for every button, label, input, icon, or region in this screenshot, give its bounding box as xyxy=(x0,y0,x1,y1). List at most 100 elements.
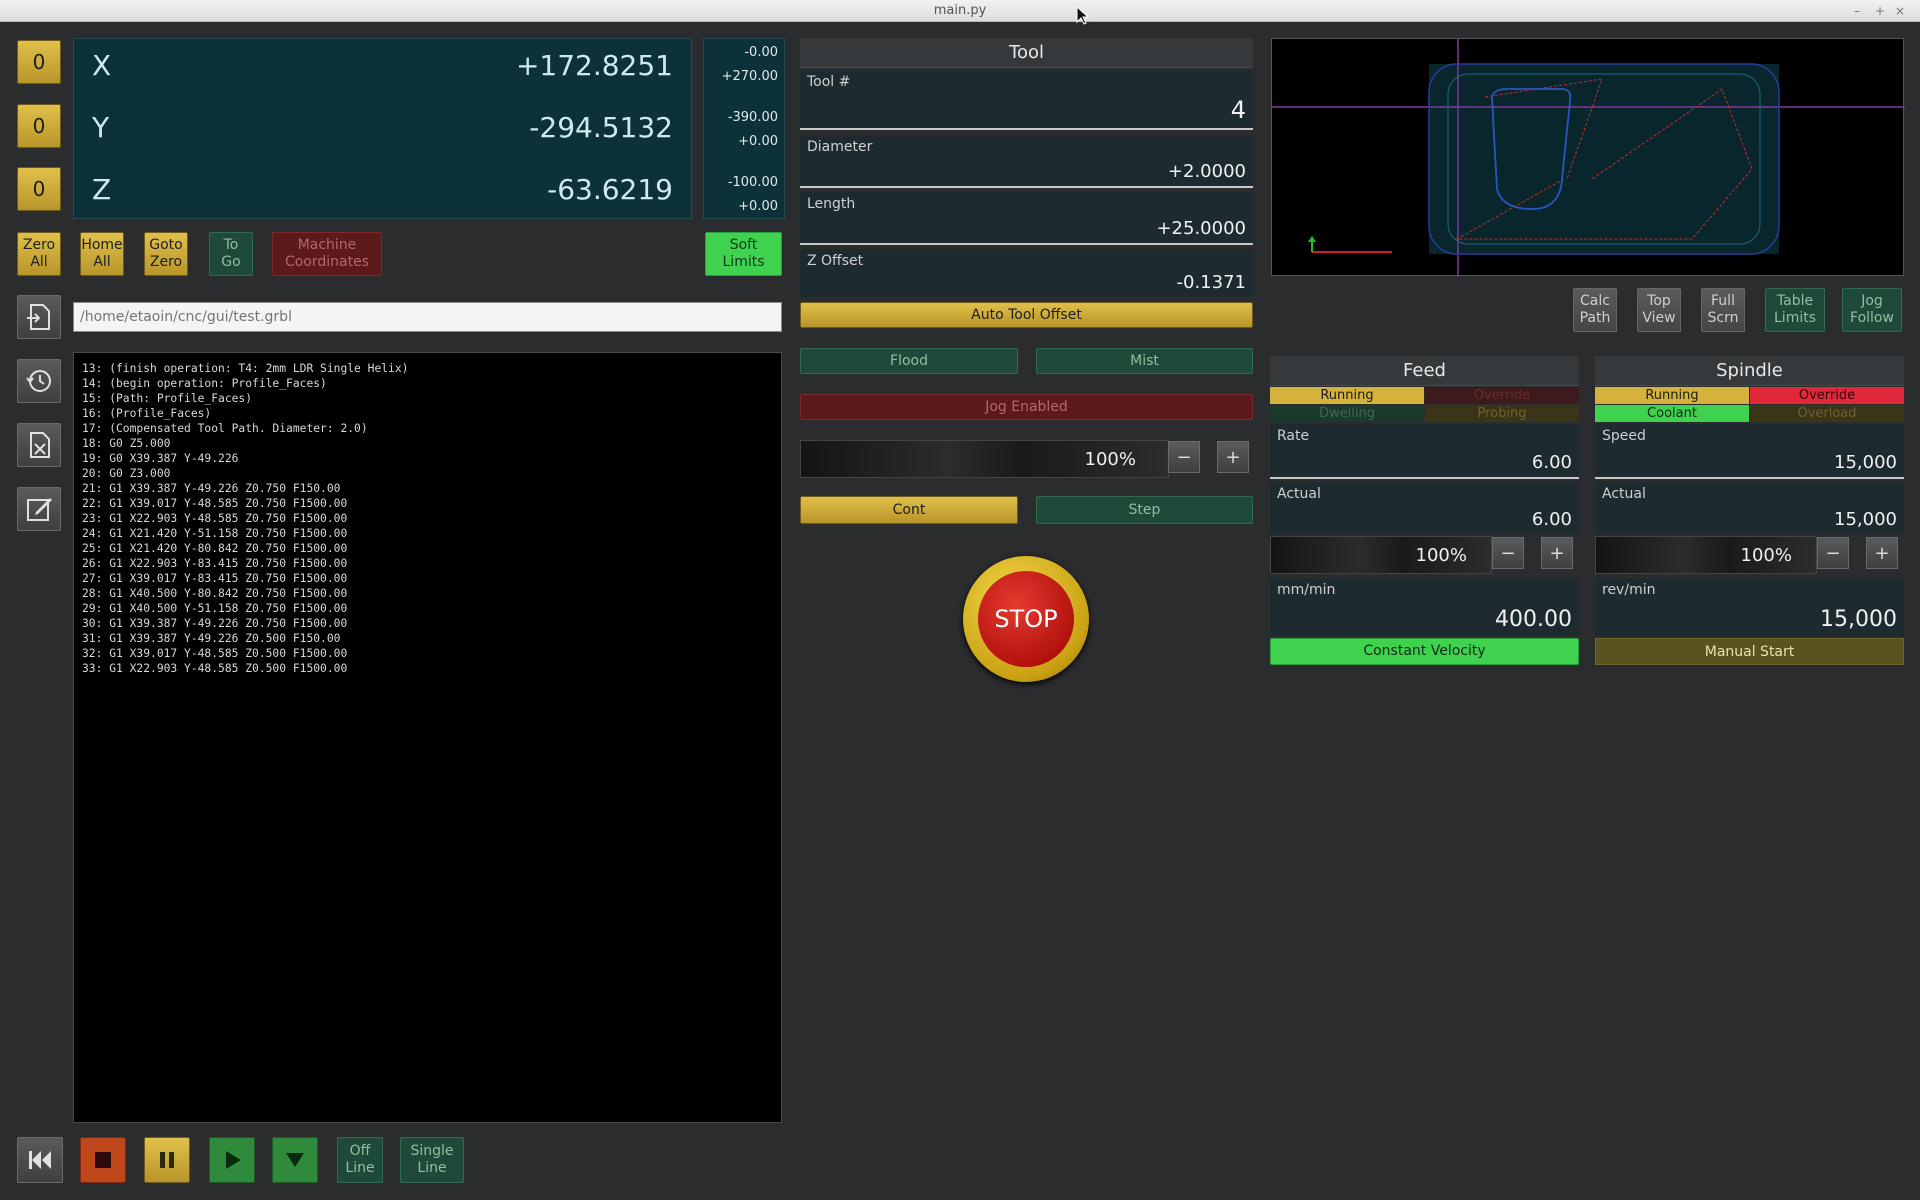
close-icon[interactable]: × xyxy=(1895,0,1905,22)
plus-icon: + xyxy=(1549,542,1565,564)
gcode-listing[interactable]: 13: (finish operation: T4: 2mm LDR Singl… xyxy=(73,352,782,1123)
jog-continuous-button[interactable]: Cont xyxy=(800,496,1018,524)
open-file-button[interactable] xyxy=(17,295,61,339)
window-titlebar: main.py – + × xyxy=(0,0,1920,22)
spindle-override-percent: 100% xyxy=(1740,545,1792,566)
edit-file-button[interactable] xyxy=(17,487,61,531)
feed-unit-field: mm/min 400.00 xyxy=(1270,578,1579,636)
constant-velocity-button[interactable]: Constant Velocity xyxy=(1270,638,1579,665)
feed-dwelling-indicator: Dwelling xyxy=(1270,405,1424,422)
feed-decrease-button[interactable]: − xyxy=(1492,537,1524,569)
spindle-unit-field: rev/min 15,000 xyxy=(1595,578,1904,636)
gcode-line[interactable]: 24: G1 X21.420 Y-51.158 Z0.750 F1500.00 xyxy=(82,526,773,541)
gcode-line[interactable]: 33: G1 X22.903 Y-48.585 Z0.500 F1500.00 xyxy=(82,661,773,676)
top-view-button[interactable]: Top View xyxy=(1637,288,1681,332)
field-label: rev/min xyxy=(1602,582,1656,598)
gcode-line[interactable]: 28: G1 X40.500 Y-80.842 Z0.750 F1500.00 xyxy=(82,586,773,601)
table-limits-button[interactable]: Table Limits xyxy=(1765,288,1825,332)
jog-step-button[interactable]: Step xyxy=(1036,496,1253,524)
machine-coordinates-button[interactable]: Machine Coordinates xyxy=(272,232,382,276)
zero-all-button[interactable]: Zero All xyxy=(17,232,61,276)
play-button[interactable] xyxy=(209,1137,255,1183)
minimize-icon[interactable]: – xyxy=(1854,0,1860,22)
stop-button[interactable]: STOP xyxy=(963,556,1089,682)
backplot-view[interactable] xyxy=(1271,38,1905,277)
gcode-line[interactable]: 20: G0 Z3.000 xyxy=(82,466,773,481)
feed-actual-field: Actual 6.00 xyxy=(1270,482,1579,534)
feed-override-slider[interactable]: 100% xyxy=(1270,536,1492,574)
full-screen-button[interactable]: Full Scrn xyxy=(1701,288,1745,332)
gcode-line[interactable]: 29: G1 X40.500 Y-51.158 Z0.750 F1500.00 xyxy=(82,601,773,616)
gcode-line[interactable]: 26: G1 X22.903 Y-83.415 Z0.750 F1500.00 xyxy=(82,556,773,571)
gcode-line[interactable]: 21: G1 X39.387 Y-49.226 Z0.750 F150.00 xyxy=(82,481,773,496)
feed-override-percent: 100% xyxy=(1415,545,1467,566)
spindle-override-slider[interactable]: 100% xyxy=(1595,536,1817,574)
soft-limits-button[interactable]: Soft Limits xyxy=(705,232,782,276)
gcode-line[interactable]: 17: (Compensated Tool Path. Diameter: 2.… xyxy=(82,421,773,436)
spindle-panel-title: Spindle xyxy=(1595,356,1904,386)
flood-button[interactable]: Flood xyxy=(800,348,1018,374)
gcode-line[interactable]: 18: G0 Z5.000 xyxy=(82,436,773,451)
feed-unit-value: 400.00 xyxy=(1495,607,1572,632)
gcode-line[interactable]: 25: G1 X21.420 Y-80.842 Z0.750 F1500.00 xyxy=(82,541,773,556)
close-file-button[interactable] xyxy=(17,423,61,467)
jog-follow-button[interactable]: Jog Follow xyxy=(1842,288,1902,332)
zero-x-button[interactable]: 0 xyxy=(17,40,61,84)
gcode-line[interactable]: 32: G1 X39.017 Y-48.585 Z0.500 F1500.00 xyxy=(82,646,773,661)
soft-limits-panel: -0.00 +270.00 -390.00 +0.00 -100.00 +0.0… xyxy=(703,38,785,219)
rewind-button[interactable] xyxy=(17,1137,63,1183)
gcode-line[interactable]: 30: G1 X39.387 Y-49.226 Z0.750 F1500.00 xyxy=(82,616,773,631)
spindle-actual-field: Actual 15,000 xyxy=(1595,482,1904,534)
off-line-button[interactable]: Off Line xyxy=(337,1137,383,1183)
single-line-button[interactable]: Single Line xyxy=(400,1137,464,1183)
gcode-line[interactable]: 13: (finish operation: T4: 2mm LDR Singl… xyxy=(82,361,773,376)
step-line-button[interactable] xyxy=(272,1137,318,1183)
gcode-line[interactable]: 14: (begin operation: Profile_Faces) xyxy=(82,376,773,391)
spindle-override-indicator: Override xyxy=(1750,387,1904,404)
feed-actual-value: 6.00 xyxy=(1531,509,1572,530)
gcode-line[interactable]: 31: G1 X39.387 Y-49.226 Z0.500 F150.00 xyxy=(82,631,773,646)
feed-panel-title: Feed xyxy=(1270,356,1579,386)
gcode-line[interactable]: 27: G1 X39.017 Y-83.415 Z0.750 F1500.00 xyxy=(82,571,773,586)
jog-speed-increase-button[interactable]: + xyxy=(1217,441,1249,473)
file-path-input[interactable] xyxy=(73,302,782,332)
feed-rate-field: Rate 6.00 xyxy=(1270,424,1579,479)
manual-start-button[interactable]: Manual Start xyxy=(1595,638,1904,665)
field-label: Actual xyxy=(1602,486,1646,502)
pause-icon xyxy=(160,1152,174,1168)
gcode-line[interactable]: 15: (Path: Profile_Faces) xyxy=(82,391,773,406)
pause-button[interactable] xyxy=(144,1137,190,1183)
spindle-decrease-button[interactable]: − xyxy=(1817,537,1849,569)
auto-tool-offset-button[interactable]: Auto Tool Offset xyxy=(800,302,1253,328)
gcode-line[interactable]: 19: G0 X39.387 Y-49.226 xyxy=(82,451,773,466)
jog-speed-slider[interactable]: 100% xyxy=(800,440,1169,478)
home-all-button[interactable]: Home All xyxy=(80,232,124,276)
tool-zoffset-field: Z Offset -0.1371 xyxy=(800,249,1253,297)
zero-z-button[interactable]: 0 xyxy=(17,167,61,211)
calc-path-button[interactable]: Calc Path xyxy=(1573,288,1617,332)
zero-y-button[interactable]: 0 xyxy=(17,104,61,148)
gcode-line[interactable]: 23: G1 X22.903 Y-48.585 Z0.750 F1500.00 xyxy=(82,511,773,526)
stop-program-button[interactable] xyxy=(80,1137,126,1183)
dro-row-z: Z -63.6219 xyxy=(74,163,691,225)
spindle-increase-button[interactable]: + xyxy=(1866,537,1898,569)
maximize-icon[interactable]: + xyxy=(1875,0,1885,22)
edit-icon xyxy=(27,498,52,521)
history-button[interactable] xyxy=(17,359,61,403)
mist-button[interactable]: Mist xyxy=(1036,348,1253,374)
gcode-line[interactable]: 22: G1 X39.017 Y-48.585 Z0.750 F1500.00 xyxy=(82,496,773,511)
jog-enabled-button[interactable]: Jog Enabled xyxy=(800,394,1253,420)
to-go-button[interactable]: To Go xyxy=(209,232,253,276)
feed-running-indicator: Running xyxy=(1270,387,1424,404)
field-label: Diameter xyxy=(807,139,873,155)
stop-label: STOP xyxy=(978,571,1074,667)
gcode-line[interactable]: 16: (Profile_Faces) xyxy=(82,406,773,421)
feed-increase-button[interactable]: + xyxy=(1541,537,1573,569)
field-label: Speed xyxy=(1602,428,1646,444)
limit-x-max: +270.00 xyxy=(721,69,778,84)
field-label: Z Offset xyxy=(807,253,864,269)
play-icon xyxy=(226,1151,241,1169)
jog-speed-decrease-button[interactable]: − xyxy=(1168,441,1200,473)
limit-z-max: +0.00 xyxy=(738,199,778,214)
goto-zero-button[interactable]: Goto Zero xyxy=(144,232,188,276)
